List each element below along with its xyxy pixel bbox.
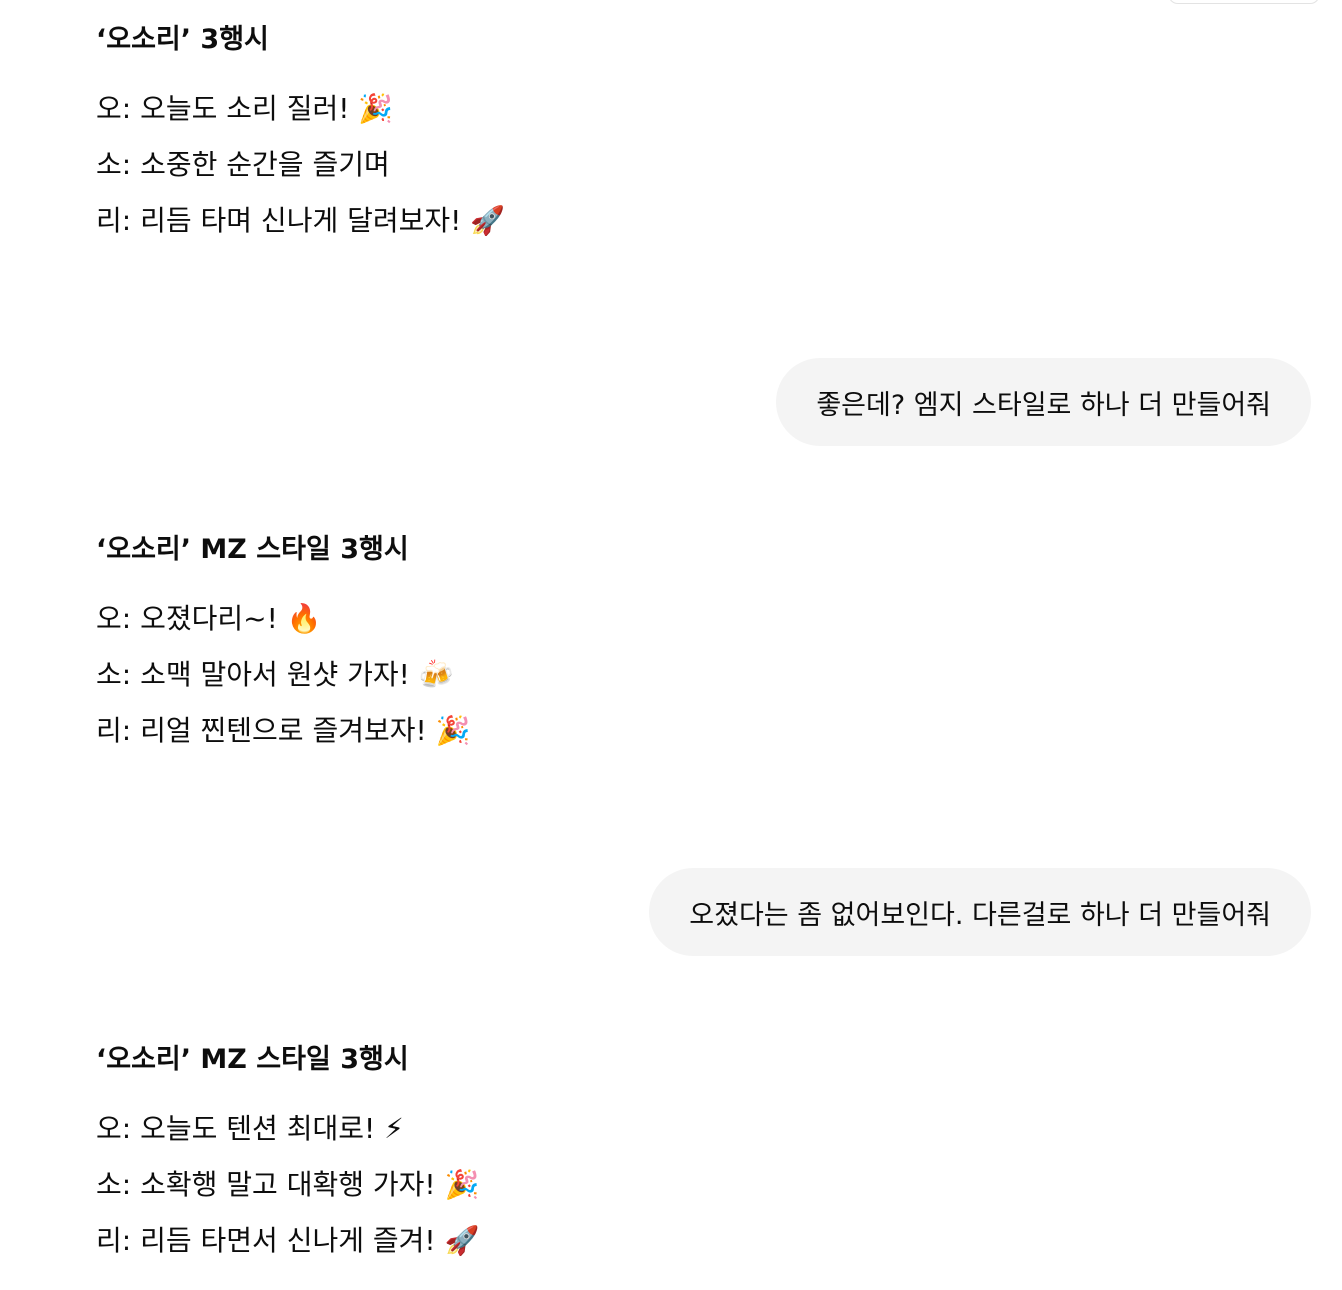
poem-title: ‘오소리’ MZ 스타일 3행시: [96, 1044, 409, 1075]
poem-line: 소: 소중한 순간을 즐기며: [96, 148, 390, 181]
user-message-bubble: 좋은데? 엠지 스타일로 하나 더 만들어줘: [776, 358, 1311, 446]
poem-line: 오: 오늘도 소리 질러! 🎉: [96, 92, 394, 125]
user-message-text: 오졌다는 좀 없어보인다. 다른걸로 하나 더 만들어줘: [689, 899, 1271, 931]
poem-title: ‘오소리’ MZ 스타일 3행시: [96, 534, 409, 565]
poem-line: 소: 소맥 말아서 원샷 가자! 🍻: [96, 658, 454, 691]
poem-line: 소: 소확행 말고 대확행 가자! 🎉: [96, 1168, 480, 1201]
assistant-message: ‘오소리’ 3행시 오: 오늘도 소리 질러! 🎉 소: 소중한 순간을 즐기며…: [96, 23, 796, 249]
assistant-message: ‘오소리’ MZ 스타일 3행시 오: 오졌다리~! 🔥 소: 소맥 말아서 원…: [96, 533, 796, 759]
poem-line: 리: 리듬 타면서 신나게 즐겨! 🚀: [96, 1224, 480, 1257]
poem-title: ‘오소리’ 3행시: [96, 24, 269, 55]
poem-line: 오: 오늘도 텐션 최대로! ⚡: [96, 1112, 404, 1145]
poem-line: 리: 리얼 찐텐으로 즐겨보자! 🎉: [96, 714, 471, 747]
partial-element-top-right: [1168, 0, 1320, 4]
poem-line: 리: 리듬 타며 신나게 달려보자! 🚀: [96, 204, 506, 237]
user-message-bubble: 오졌다는 좀 없어보인다. 다른걸로 하나 더 만들어줘: [649, 868, 1311, 956]
assistant-message: ‘오소리’ MZ 스타일 3행시 오: 오늘도 텐션 최대로! ⚡ 소: 소확행…: [96, 1043, 796, 1269]
poem-line: 오: 오졌다리~! 🔥: [96, 602, 322, 635]
user-message-text: 좋은데? 엠지 스타일로 하나 더 만들어줘: [816, 389, 1271, 421]
